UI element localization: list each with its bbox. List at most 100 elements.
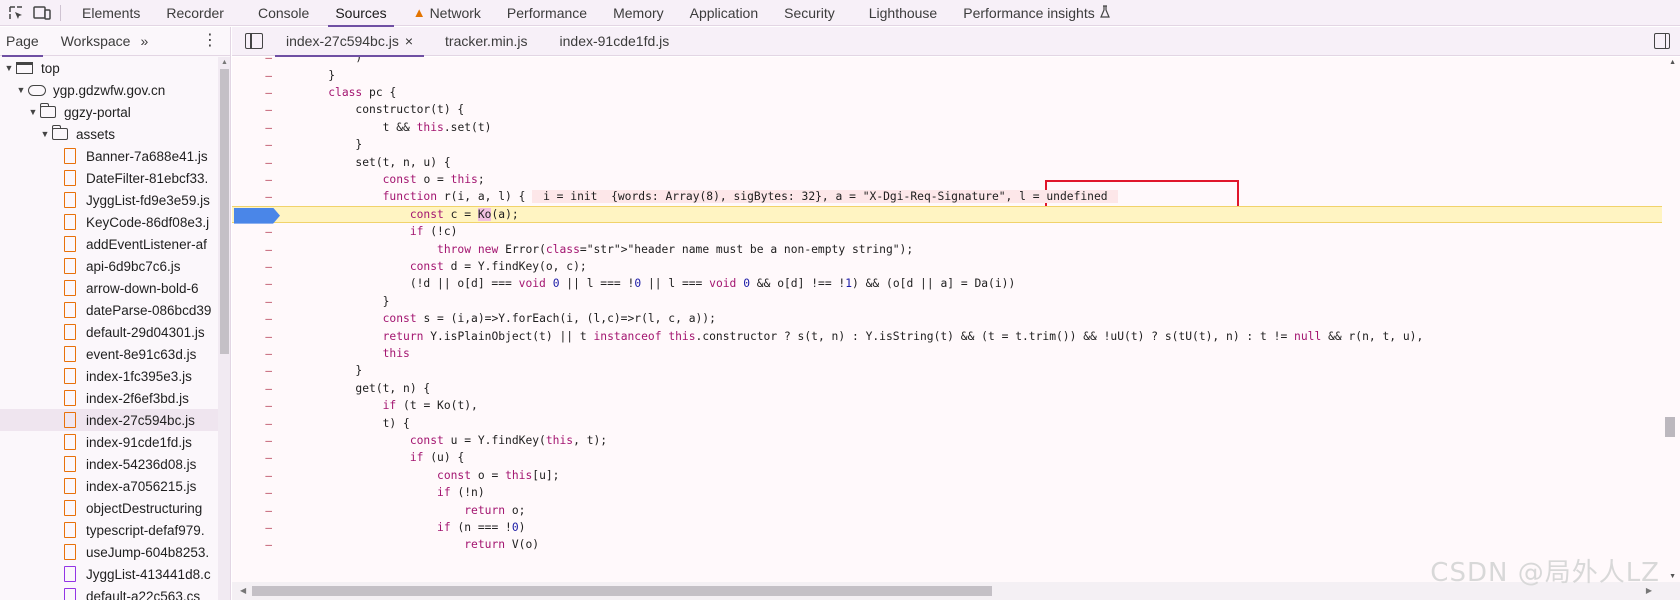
code-line[interactable]: – return Y.isPlainObject(t) || t instanc… (232, 327, 1662, 345)
tab-workspace[interactable]: Workspace (55, 27, 137, 56)
code-line[interactable]: – ) (232, 57, 1662, 67)
line-gutter[interactable]: – (232, 57, 284, 64)
code-line[interactable]: – const o = this; (232, 171, 1662, 189)
editor-vertical-scrollbar[interactable]: ▲ ▼ (1664, 57, 1676, 582)
line-gutter[interactable]: – (232, 469, 284, 482)
editor-tab-index-91cde1fd[interactable]: index-91cde1fd.js (549, 27, 681, 56)
code-line[interactable]: – t && this.set(t) (232, 119, 1662, 137)
tab-application[interactable]: Application (677, 0, 772, 26)
tree-item[interactable]: api-6d9bc7c6.js (0, 255, 219, 277)
code-line[interactable]: – } (232, 293, 1662, 311)
code-line[interactable]: – this (232, 345, 1662, 363)
toggle-navigator-icon[interactable] (245, 33, 263, 49)
close-icon[interactable]: × (405, 33, 413, 49)
toggle-debugger-icon[interactable] (1654, 33, 1670, 49)
code-editor[interactable]: – ) – } – class pc {– constructor(t) {– t … (232, 57, 1680, 582)
code-line[interactable]: – } (232, 66, 1662, 84)
line-gutter[interactable]: – (232, 504, 284, 517)
code-line[interactable]: – (!d || o[d] === void 0 || l === !0 || … (232, 275, 1662, 293)
tree-item[interactable]: JyggList-fd9e3e59.js (0, 189, 219, 211)
tree-item[interactable]: index-27c594bc.js (0, 409, 219, 431)
current-execution-line[interactable]: – const c = Ko(a); (232, 205, 1662, 224)
code-line[interactable]: – set(t, n, u) { (232, 153, 1662, 171)
tab-recorder[interactable]: Recorder (153, 0, 237, 26)
expand-arrow-icon[interactable]: ▼ (40, 129, 50, 139)
inspect-element-icon[interactable] (6, 3, 26, 23)
code-line[interactable]: – class pc { (232, 84, 1662, 102)
line-gutter[interactable]: – (232, 382, 284, 395)
tab-sources[interactable]: Sources (322, 0, 399, 27)
code-line[interactable]: – throw new Error(class="str">"header na… (232, 240, 1662, 258)
tab-console[interactable]: Console (245, 0, 322, 26)
tree-item[interactable]: default-a22c563.cs (0, 585, 219, 600)
scroll-up-icon[interactable]: ▲ (221, 59, 228, 66)
line-gutter[interactable]: – (232, 69, 284, 82)
device-toolbar-icon[interactable] (32, 3, 52, 23)
code-line[interactable]: – return o; (232, 501, 1662, 519)
line-gutter[interactable]: – (232, 277, 284, 290)
code-line[interactable]: – const o = this[u]; (232, 467, 1662, 485)
code-line[interactable]: – if (u) { (232, 449, 1662, 467)
navigator-scrollbar[interactable]: ▲ (218, 57, 230, 600)
line-gutter[interactable]: – (232, 190, 284, 203)
line-gutter[interactable]: – (232, 295, 284, 308)
tree-item[interactable]: index-91cde1fd.js (0, 431, 219, 453)
tree-item[interactable]: ▼ top (0, 57, 219, 79)
tree-item[interactable]: Banner-7a688e41.js (0, 145, 219, 167)
line-gutter[interactable]: – (232, 225, 284, 238)
tab-network[interactable]: ▲ Network (400, 0, 494, 26)
code-line[interactable]: – get(t, n) { (232, 380, 1662, 398)
line-gutter[interactable]: – (232, 173, 284, 186)
tree-item[interactable]: typescript-defaf979. (0, 519, 219, 541)
line-gutter[interactable]: – (232, 138, 284, 151)
scroll-down-icon[interactable]: ▼ (1669, 573, 1676, 580)
scrollbar-thumb[interactable] (220, 69, 229, 354)
editor-tab-index-27c594bc[interactable]: index-27c594bc.js × (275, 27, 425, 57)
expand-arrow-icon[interactable]: ▼ (28, 107, 38, 117)
line-gutter[interactable]: – (232, 347, 284, 360)
tree-item[interactable]: index-54236d08.js (0, 453, 219, 475)
tree-item[interactable]: objectDestructuring (0, 497, 219, 519)
tree-item[interactable]: index-1fc395e3.js (0, 365, 219, 387)
tree-item[interactable]: useJump-604b8253. (0, 541, 219, 563)
tab-lighthouse[interactable]: Lighthouse (856, 0, 951, 26)
tree-item[interactable]: default-29d04301.js (0, 321, 219, 343)
line-gutter[interactable]: – (232, 434, 284, 447)
line-gutter[interactable]: – (232, 121, 284, 134)
breakpoint-marker-icon[interactable] (234, 207, 280, 224)
scrollbar-thumb[interactable] (252, 586, 992, 596)
tab-elements[interactable]: Elements (69, 0, 153, 26)
code-line[interactable]: – } (232, 362, 1662, 380)
code-line[interactable]: – if (!n) (232, 484, 1662, 502)
code-line[interactable]: – } (232, 136, 1662, 154)
expand-arrow-icon[interactable]: ▼ (4, 63, 14, 73)
tree-item[interactable]: DateFilter-81ebcf33. (0, 167, 219, 189)
tree-item[interactable]: dateParse-086bcd39 (0, 299, 219, 321)
line-gutter[interactable]: – (232, 399, 284, 412)
code-line[interactable]: – const d = Y.findKey(o, c); (232, 258, 1662, 276)
tab-performance[interactable]: Performance (494, 0, 600, 26)
line-gutter[interactable]: – (232, 156, 284, 169)
line-gutter[interactable]: – (232, 243, 284, 256)
tree-item[interactable]: addEventListener-af (0, 233, 219, 255)
line-gutter[interactable]: – (232, 86, 284, 99)
code-line[interactable]: – if (t = Ko(t), (232, 397, 1662, 415)
tree-item[interactable]: JyggList-413441d8.c (0, 563, 219, 585)
tree-item[interactable]: KeyCode-86df08e3.j (0, 211, 219, 233)
tab-performance-insights[interactable]: Performance insights (950, 0, 1123, 26)
line-gutter[interactable]: – (232, 330, 284, 343)
line-gutter[interactable]: – (232, 364, 284, 377)
code-line[interactable]: – const s = (i,a)=>Y.forEach(i, (l,c)=>r… (232, 310, 1662, 328)
tree-item[interactable]: index-a7056215.js (0, 475, 219, 497)
tree-item[interactable]: index-2f6ef3bd.js (0, 387, 219, 409)
kebab-menu-icon[interactable]: ⋮ (202, 33, 218, 49)
code-line[interactable]: – if (!c) (232, 223, 1662, 241)
line-gutter[interactable]: – (232, 417, 284, 430)
more-tabs-icon[interactable]: » (140, 33, 148, 49)
line-gutter[interactable]: – (232, 521, 284, 534)
tree-item[interactable]: ▼ assets (0, 123, 219, 145)
tab-page[interactable]: Page (0, 27, 45, 57)
tree-item[interactable]: ▼ ggzy-portal (0, 101, 219, 123)
tree-item[interactable]: arrow-down-bold-6 (0, 277, 219, 299)
scroll-up-icon[interactable]: ▲ (1669, 59, 1676, 66)
